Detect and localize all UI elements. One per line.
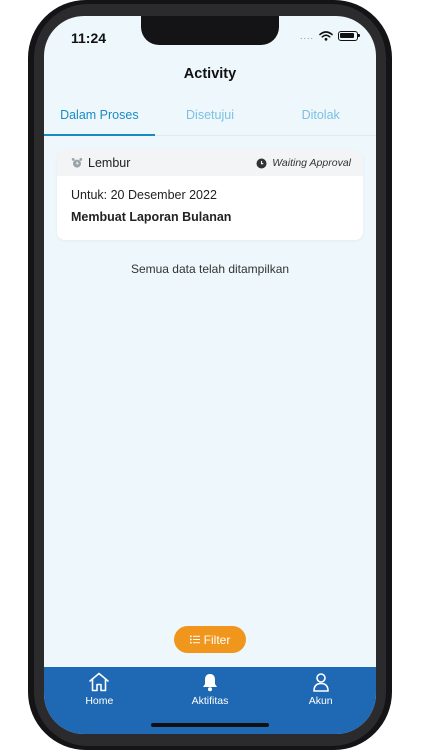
tab-bar: Dalam Proses Disetujui Ditolak	[44, 102, 376, 136]
card-body: Untuk: 20 Desember 2022 Membuat Laporan …	[57, 176, 363, 236]
card-type-label: Lembur	[88, 156, 131, 170]
card-description: Membuat Laporan Bulanan	[71, 210, 232, 224]
signal-icon: ....	[299, 31, 314, 41]
card-header: Lembur Waiting Approval	[57, 150, 363, 176]
tab-dalam-proses[interactable]: Dalam Proses	[44, 102, 155, 136]
status-icons: ....	[299, 31, 360, 41]
alarm-clock-icon	[71, 158, 83, 168]
app-screen: 11:24 .... Activity Dalam Proses Disetuj…	[44, 16, 376, 734]
filter-label: Filter	[203, 632, 231, 647]
filter-button[interactable]: Filter	[174, 626, 246, 653]
home-indicator[interactable]	[151, 723, 269, 727]
battery-icon	[338, 31, 360, 41]
tab-ditolak[interactable]: Ditolak	[265, 102, 376, 135]
bell-icon	[203, 674, 217, 692]
nav-akun[interactable]: Akun	[265, 667, 376, 734]
notch	[141, 16, 279, 45]
status-time: 11:24	[71, 30, 107, 46]
nav-aktifitas-label: Aktifitas	[191, 695, 229, 707]
page-title: Activity	[183, 66, 237, 82]
nav-home-label: Home	[85, 695, 114, 707]
home-icon	[89, 672, 110, 692]
list-icon	[189, 635, 200, 644]
nav-akun-label: Akun	[308, 695, 333, 707]
user-icon	[312, 673, 329, 692]
wifi-icon	[319, 31, 333, 41]
activity-card[interactable]: Lembur Waiting Approval Untuk: 20 Desemb…	[57, 150, 363, 240]
tab-disetujui[interactable]: Disetujui	[155, 102, 266, 135]
nav-home[interactable]: Home	[44, 667, 155, 734]
clock-icon	[256, 158, 267, 168]
status-label: Waiting Approval	[272, 157, 351, 169]
end-of-list-message: Semua data telah ditampilkan	[130, 262, 290, 276]
status-badge: Waiting Approval	[256, 157, 351, 169]
card-type: Lembur	[71, 156, 130, 170]
card-date: Untuk: 20 Desember 2022	[71, 188, 217, 202]
